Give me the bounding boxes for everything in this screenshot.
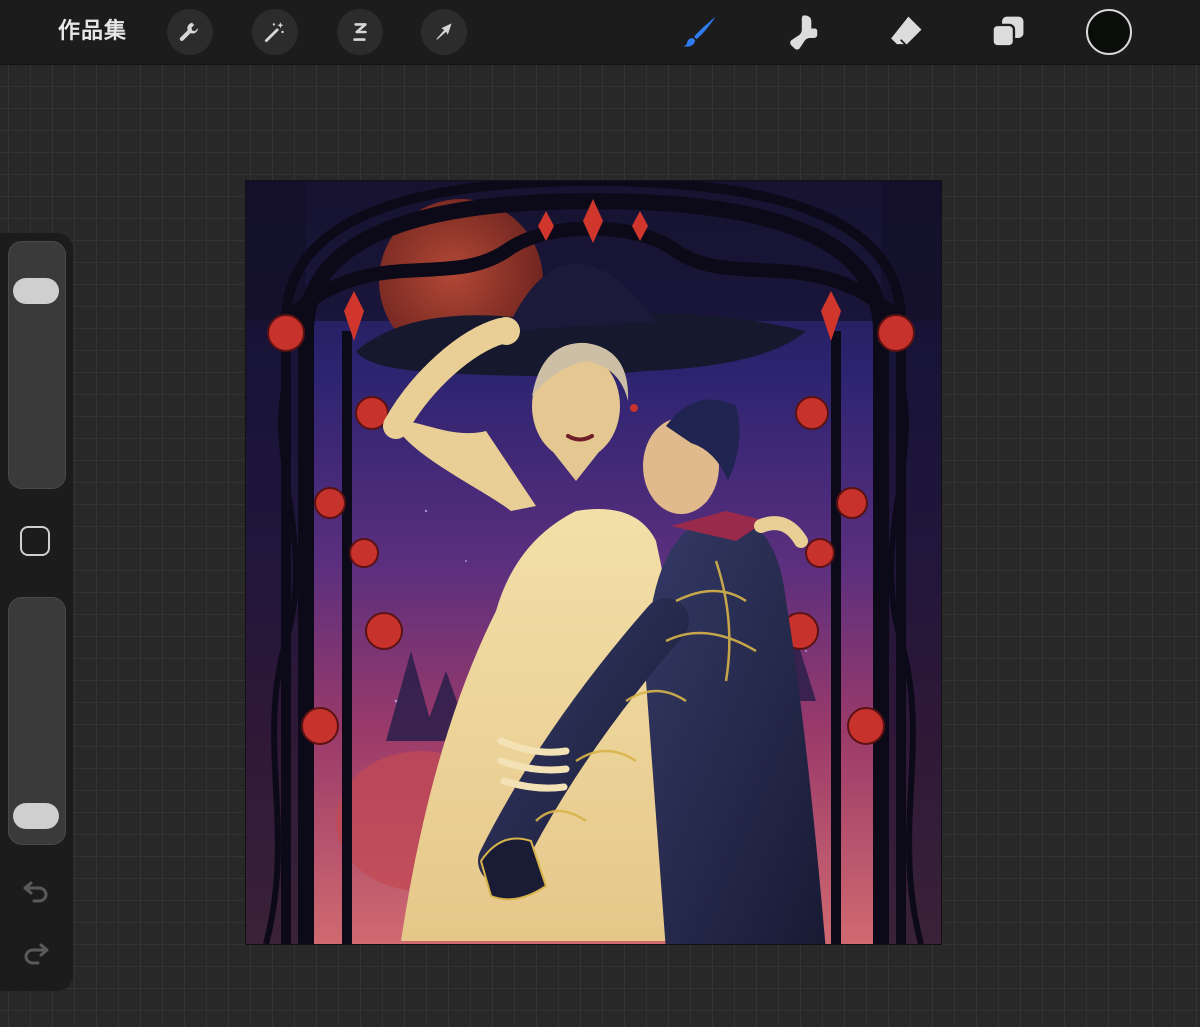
left-sidebar	[0, 233, 73, 991]
eraser-icon	[889, 16, 922, 46]
actions-button[interactable]	[167, 9, 213, 55]
opacity-thumb[interactable]	[13, 803, 59, 830]
magic-wand-icon	[264, 22, 284, 43]
undo-icon	[23, 881, 48, 903]
wrench-icon	[179, 22, 199, 41]
smudge-button[interactable]	[781, 10, 825, 54]
brush-size-slider[interactable]	[8, 241, 66, 489]
layers-button[interactable]	[986, 10, 1030, 54]
brush-button[interactable]	[678, 10, 722, 54]
smudge-icon	[790, 15, 818, 50]
layers-icon	[991, 16, 1024, 48]
brush-icon	[683, 16, 716, 47]
color-picker-button[interactable]	[1086, 9, 1132, 55]
redo-icon	[24, 943, 49, 965]
selection-icon	[353, 23, 367, 41]
canvas-artwork	[246, 175, 941, 951]
eraser-button[interactable]	[884, 10, 928, 54]
modify-button[interactable]	[20, 526, 50, 556]
top-toolbar: 作品集	[0, 0, 1200, 65]
drawing-canvas[interactable]	[246, 175, 941, 951]
redo-button[interactable]	[20, 937, 52, 969]
selection-button[interactable]	[337, 9, 383, 55]
adjustments-button[interactable]	[252, 9, 298, 55]
transform-arrow-icon	[436, 23, 452, 40]
transform-button[interactable]	[421, 9, 467, 55]
undo-button[interactable]	[20, 875, 52, 907]
opacity-slider[interactable]	[8, 597, 66, 845]
brush-size-thumb[interactable]	[13, 277, 59, 304]
gallery-button[interactable]: 作品集	[58, 14, 127, 50]
